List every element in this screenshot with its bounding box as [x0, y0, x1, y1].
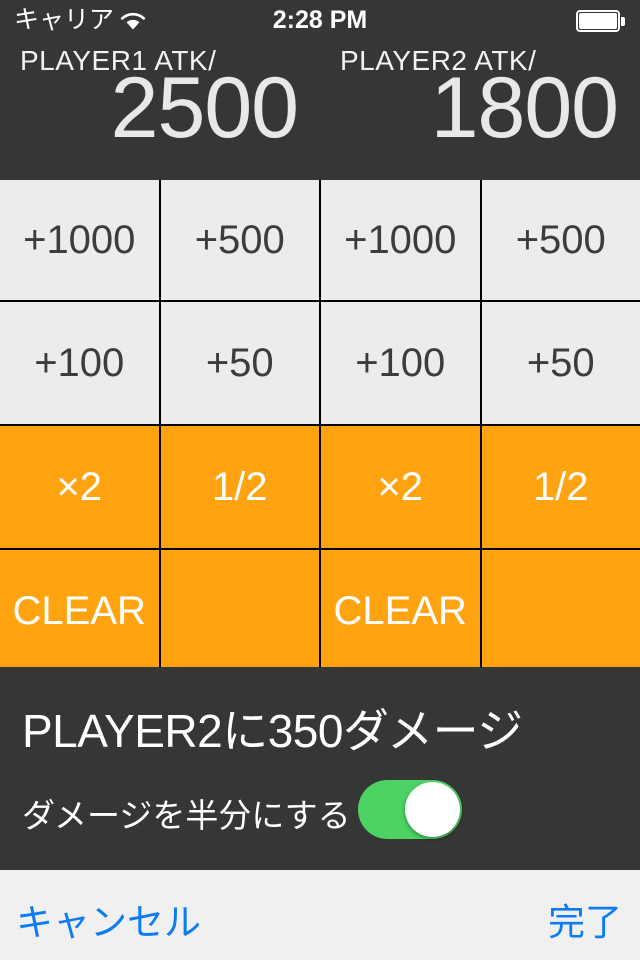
button-label: CLEAR [333, 589, 467, 633]
button-p1-clear[interactable]: CLEAR [0, 550, 159, 673]
app-root: キャリア 2:28 PM PLAYER1 ATK/ 2500 PLAYER2 A… [0, 0, 640, 960]
cancel-button[interactable]: キャンセル [16, 892, 201, 946]
half-damage-row: ダメージを半分にする [22, 775, 618, 845]
button-p2-plus100[interactable]: +100 [321, 302, 480, 424]
bottom-action-bar: キャンセル 完了 [0, 870, 640, 960]
button-p2-plus50[interactable]: +50 [481, 302, 640, 424]
button-label: 1/2 [532, 464, 589, 509]
button-label: +100 [355, 340, 446, 385]
button-p2-double[interactable]: ×2 [321, 426, 480, 548]
button-p1-plus1000[interactable]: +1000 [0, 180, 159, 300]
damage-summary-text: PLAYER2に350ダメージ [22, 705, 523, 757]
clock-label: 2:28 PM [272, 6, 368, 34]
button-grid: +1000 +500 +1000 +500 +100 +50 +100 +50 … [0, 180, 640, 673]
damage-info-panel: PLAYER2に350ダメージ ダメージを半分にする [0, 667, 640, 870]
player1-atk-panel: PLAYER1 ATK/ 2500 [0, 40, 320, 180]
button-label: +100 [34, 340, 125, 385]
button-label: 1/2 [211, 464, 268, 509]
status-bar: キャリア 2:28 PM [0, 0, 640, 40]
half-damage-toggle[interactable] [358, 780, 462, 839]
player2-atk-value: 1800 [430, 60, 619, 156]
button-p2-blank[interactable] [481, 550, 640, 673]
button-label: CLEAR [12, 589, 146, 633]
button-p1-plus50[interactable]: +50 [160, 302, 319, 424]
button-label: ×2 [56, 464, 103, 509]
player2-atk-panel: PLAYER2 ATK/ 1800 [320, 40, 640, 180]
player1-atk-value: 2500 [110, 60, 299, 156]
button-p1-plus500[interactable]: +500 [160, 180, 319, 300]
button-label: +50 [205, 340, 274, 385]
button-p2-half[interactable]: 1/2 [481, 426, 640, 548]
button-p1-plus100[interactable]: +100 [0, 302, 159, 424]
button-label: +500 [194, 217, 285, 262]
button-label: +1000 [23, 217, 136, 262]
done-button[interactable]: 完了 [548, 892, 622, 946]
button-p2-plus1000[interactable]: +1000 [321, 180, 480, 300]
button-p1-double[interactable]: ×2 [0, 426, 159, 548]
button-label: ×2 [377, 464, 424, 509]
battery-full-icon [576, 10, 626, 32]
button-p1-blank[interactable] [160, 550, 319, 673]
button-p2-clear[interactable]: CLEAR [321, 550, 480, 673]
button-p1-half[interactable]: 1/2 [160, 426, 319, 548]
button-label: +1000 [344, 217, 457, 262]
toggle-knob [405, 782, 460, 837]
half-damage-label: ダメージを半分にする [22, 797, 351, 834]
button-p2-plus500[interactable]: +500 [481, 180, 640, 300]
button-label: +50 [526, 340, 595, 385]
button-label: +500 [515, 217, 606, 262]
atk-header: PLAYER1 ATK/ 2500 PLAYER2 ATK/ 1800 [0, 40, 640, 180]
